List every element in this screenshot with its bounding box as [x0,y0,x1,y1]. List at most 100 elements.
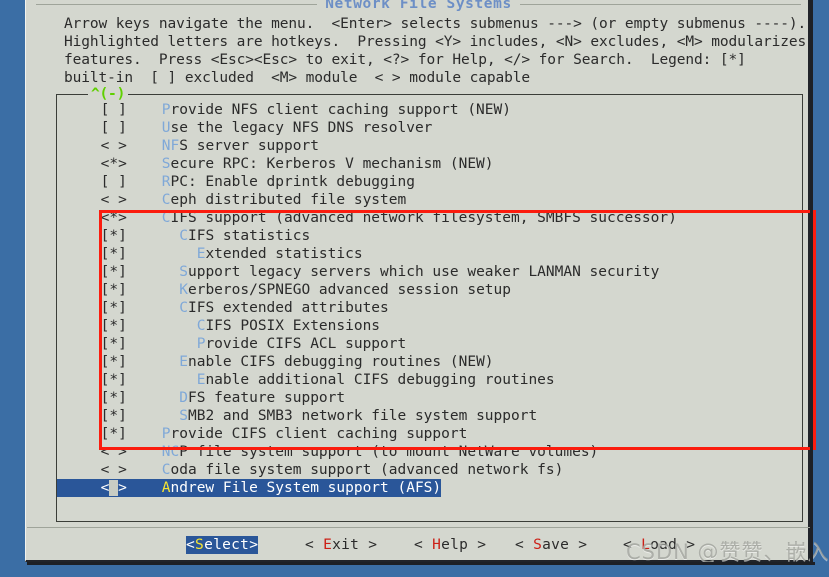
menu-item-label: rovide CIFS client caching support [170,426,468,442]
menu-item[interactable]: <*> CIFS support (advanced network files… [57,209,802,227]
menu-item-label: oda file system support (advanced networ… [170,462,564,478]
menu-item[interactable]: [ ] Provide NFS client caching support (… [57,101,802,119]
menu-item[interactable]: [*] CIFS POSIX Extensions [57,317,802,335]
menu-item-label: xtended statistics [205,246,363,262]
menu-item-leading-space [57,210,101,226]
menu-item[interactable]: [*] Enable additional CIFS debugging rou… [57,371,802,389]
menu-item-tag: < > [100,444,127,460]
menu-item-indent [127,102,162,118]
menu-item-tag: [*] [100,354,127,370]
page-title: Network File Systems [325,0,512,12]
menu-item-hotkey: S [179,408,188,424]
menu-item-hotkey: C [179,300,188,316]
menu-item[interactable]: < > NCP file system support (to mount Ne… [57,443,802,461]
menu-item[interactable]: <*> Secure RPC: Kerberos V mechanism (NE… [57,155,802,173]
menu-item-indent [127,246,197,262]
menu-item-leading-space [57,462,101,478]
scroll-up-indicator: ^(-) [88,86,129,102]
menu-item-tag: [*] [100,336,127,352]
button-help[interactable]: < Help > [414,536,486,554]
menu-item-label: P file system support (to mount NetWare … [179,444,599,460]
menu-item[interactable]: [*] Kerberos/SPNEGO advanced session set… [57,281,802,299]
menu-item-indent [127,138,162,154]
menu-item-indent [127,282,179,298]
menu-item[interactable]: [*] Provide CIFS client caching support [57,425,802,443]
menu-item-hotkey: A [161,480,171,496]
menu-item-indent [127,444,162,460]
menu-item[interactable]: [*] CIFS statistics [57,227,802,245]
button-bracket-right: > [359,537,378,553]
menu-item[interactable]: [*] DFS feature support [57,389,802,407]
menu-item-tag: [*] [100,282,127,298]
menu-item-label: nable additional CIFS debugging routines [205,372,555,388]
button-exit[interactable]: < Exit > [305,536,377,554]
button-hotkey: S [533,537,543,553]
menu-item[interactable]: [*] SMB2 and SMB3 network file system su… [57,407,802,425]
title-rule-left [36,3,318,5]
menu-item-label: ecure RPC: Kerberos V mechanism (NEW) [170,156,494,172]
menu-item-hotkey: E [179,354,188,370]
help-line-1: Arrow keys navigate the menu. <Enter> se… [64,16,807,32]
button-save[interactable]: < Save > [515,536,587,554]
menu-item[interactable]: [*] Enable CIFS debugging routines (NEW) [57,353,802,371]
button-hotkey: E [323,537,333,553]
menu-item-hotkey: P [161,102,171,118]
menu-item[interactable]: [*] CIFS extended attributes [57,299,802,317]
menu-item-tag: [*] [100,372,127,388]
menu-item-tag: [ ] [100,102,127,118]
menu-item-tag: [ ] [100,174,127,190]
menu-item-indent [127,408,179,424]
menu-item-label: S server support [179,138,319,154]
menu-item-leading-space [57,336,101,352]
menu-item-indent [127,192,162,208]
button-label: xit [332,537,360,553]
button-select[interactable]: <Select> [186,536,259,554]
menu-item-hotkey: C [161,192,171,208]
menu-item[interactable]: < > NFS server support [57,137,802,155]
menu-item-tag: < > [100,462,127,478]
menu-item-label: ndrew File System support (AFS) [170,480,442,496]
menuconfig-dialog: Network File Systems Arrow keys navigate… [25,0,829,564]
menu-item[interactable]: < > Andrew File System support (AFS) [57,479,442,497]
menu-item-tag: [*] [100,426,127,442]
button-bracket-right: > [249,537,259,553]
menu-item[interactable]: [*] Provide CIFS ACL support [57,335,802,353]
menu-item-tag: [*] [100,246,127,262]
menu-item-leading-space [57,192,101,208]
menu-item[interactable]: [*] Support legacy servers which use wea… [57,263,802,281]
terminal-screen: Network File Systems Arrow keys navigate… [0,0,829,577]
menu-item[interactable]: [ ] Use the legacy NFS DNS resolver [57,119,802,137]
dialog-shadow-bottom [27,562,815,565]
menu-item-indent [127,372,197,388]
button-bracket-right: > [569,537,588,553]
menu-item-tag: [*] [100,264,127,280]
menu-item-leading-space [57,390,101,406]
menu-item[interactable]: [ ] RPC: Enable dprintk debugging [57,173,802,191]
menu-item-hotkey: C [179,228,188,244]
menu-item-indent [127,300,179,316]
menu-item-leading-space [57,318,101,334]
dialog-titlebar: Network File Systems [26,0,811,15]
menu-item-leading-space [57,282,101,298]
menu-item-label: IFS statistics [187,228,311,244]
menu-item-tag: [*] [100,228,127,244]
menu-item-tag: < > [100,138,127,154]
menu-item-tag-end: > [118,480,127,496]
help-text: Arrow keys navigate the menu. <Enter> se… [64,15,824,87]
menu-item[interactable]: < > Coda file system support (advanced n… [57,461,802,479]
menu-item-hotkey: S [161,156,171,172]
menu-item[interactable]: [*] Extended statistics [57,245,802,263]
menu-item-label: rovide CIFS ACL support [205,336,407,352]
menu-item-indent [127,228,179,244]
menu-item-leading-space [57,120,101,136]
menu-item-label: rovide NFS client caching support (NEW) [170,102,511,118]
menu-item-hotkey: NF [161,138,180,154]
menu-item-tag: [*] [100,300,127,316]
menu-item-list[interactable]: [ ] Provide NFS client caching support (… [57,101,802,497]
button-bracket-left: < [414,537,433,553]
button-bracket-left: < [305,537,324,553]
title-rule-right [519,3,802,5]
menu-item-indent [127,210,162,226]
menu-item-indent [127,174,162,190]
menu-item[interactable]: < > Ceph distributed file system [57,191,802,209]
